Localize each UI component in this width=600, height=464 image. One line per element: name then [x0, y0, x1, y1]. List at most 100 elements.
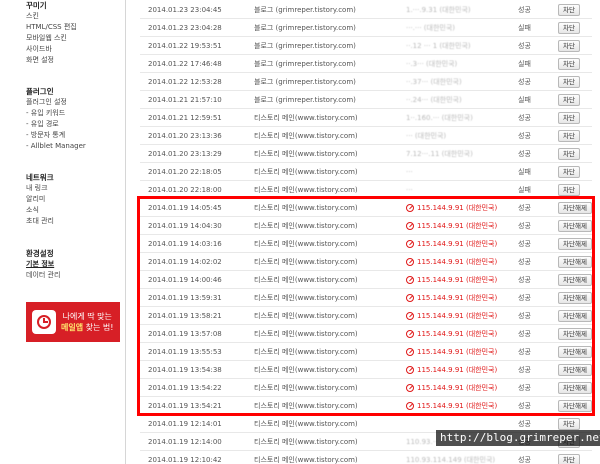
nav-section: 꾸미기 스킨 HTML/CSS 편집 모바일웹 스킨 사이드바 화면 설정	[26, 0, 77, 66]
nav-item[interactable]: 알리미	[26, 194, 54, 205]
nav-item[interactable]: - 유입 경로	[26, 119, 86, 130]
log-row: 2014.01.19 14:03:16 티스토리 메인(www.tistory.c…	[140, 235, 592, 253]
block-button[interactable]: 차단	[558, 148, 580, 160]
log-row: 2014.01.23 23:04:28 블로그 (grimreper.tistor…	[140, 19, 592, 37]
block-button[interactable]: 차단	[558, 112, 580, 124]
nav-section-heading[interactable]: 플러그인	[26, 86, 86, 97]
nav-section-heading[interactable]: 네트워크	[26, 172, 54, 183]
log-result: 성공	[518, 456, 531, 464]
log-referrer: 티스토리 메인(www.tistory.com)	[254, 204, 358, 212]
log-row: 2014.01.19 13:55:53 티스토리 메인(www.tistory.c…	[140, 343, 592, 361]
log-date: 2014.01.19 12:14:00	[148, 438, 222, 446]
log-row: 2014.01.19 13:54:21 티스토리 메인(www.tistory.c…	[140, 397, 592, 415]
log-row: 2014.01.19 13:54:22 티스토리 메인(www.tistory.c…	[140, 379, 592, 397]
log-date: 2014.01.19 13:58:21	[148, 312, 222, 320]
block-button[interactable]: 차단	[558, 58, 580, 70]
unblock-button[interactable]: 차단해제	[558, 292, 592, 304]
mail-app-ad-banner[interactable]: 나에게 딱 맞는 메일앱 찾는 법!	[26, 302, 120, 342]
nav-item[interactable]: 사이드바	[26, 44, 77, 55]
nav-item[interactable]: 기본 정보	[26, 259, 60, 270]
block-button[interactable]: 차단	[558, 418, 580, 430]
alarm-clock-icon	[32, 310, 56, 334]
block-button[interactable]: 차단	[558, 40, 580, 52]
blocked-icon	[406, 222, 414, 230]
log-row: 2014.01.21 12:59:51 티스토리 메인(www.tistory.c…	[140, 109, 592, 127]
nav-section: 네트워크 내 링크 알리미 소식 초대 관리	[26, 172, 54, 227]
log-ip-text: 115.144.9.91 (대한민국)	[417, 366, 498, 374]
nav-section-heading[interactable]: 꾸미기	[26, 0, 77, 11]
log-ip-text: ··· (대한민국)	[406, 132, 447, 140]
log-ip: 7.12···.11 (대한민국)	[406, 145, 473, 163]
nav-item[interactable]: 스킨	[26, 11, 77, 22]
log-referrer: 티스토리 메인(www.tistory.com)	[254, 240, 358, 248]
unblock-button[interactable]: 차단해제	[558, 274, 592, 286]
log-ip: ··· (대한민국)	[406, 127, 446, 145]
log-ip-text: 115.144.9.91 (대한민국)	[417, 384, 498, 392]
log-result: 성공	[518, 402, 531, 410]
log-result: 성공	[518, 204, 531, 212]
log-ip: 115.144.9.91 (대한민국)	[406, 325, 497, 343]
log-result: 실패	[518, 96, 531, 104]
unblock-button[interactable]: 차단해제	[558, 238, 592, 250]
nav-item[interactable]: 데이터 관리	[26, 270, 60, 281]
unblock-button[interactable]: 차단해제	[558, 220, 592, 232]
nav-item[interactable]: - 방문자 통계	[26, 130, 86, 141]
log-date: 2014.01.19 12:10:42	[148, 456, 222, 464]
log-referrer: 티스토리 메인(www.tistory.com)	[254, 186, 358, 194]
log-result: 성공	[518, 78, 531, 86]
nav-item[interactable]: 화면 설정	[26, 55, 77, 66]
block-button[interactable]: 차단	[558, 130, 580, 142]
nav-section-heading[interactable]: 환경설정	[26, 248, 60, 259]
nav-item[interactable]: 초대 관리	[26, 216, 54, 227]
nav-item[interactable]: 소식	[26, 205, 54, 216]
log-result: 성공	[518, 384, 531, 392]
log-result: 성공	[518, 240, 531, 248]
block-button[interactable]: 차단	[558, 184, 580, 196]
blocked-icon	[406, 204, 414, 212]
nav-item[interactable]: 내 링크	[26, 183, 54, 194]
log-date: 2014.01.19 14:05:45	[148, 204, 222, 212]
unblock-button[interactable]: 차단해제	[558, 256, 592, 268]
nav-item[interactable]: 플러그인 설정	[26, 97, 86, 108]
log-ip: 1··.160.··· (대한민국)	[406, 109, 473, 127]
block-button[interactable]: 차단	[558, 4, 580, 16]
unblock-button[interactable]: 차단해제	[558, 346, 592, 358]
unblock-button[interactable]: 차단해제	[558, 328, 592, 340]
block-button[interactable]: 차단	[558, 22, 580, 34]
log-referrer: 블로그 (grimreper.tistory.com)	[254, 6, 356, 14]
block-button[interactable]: 차단	[558, 94, 580, 106]
nav-item[interactable]: - Allblet Manager	[26, 141, 86, 152]
unblock-button[interactable]: 차단해제	[558, 382, 592, 394]
log-ip: 115.144.9.91 (대한민국)	[406, 307, 497, 325]
unblock-button[interactable]: 차단해제	[558, 310, 592, 322]
log-date: 2014.01.20 22:18:00	[148, 186, 222, 194]
log-result: 성공	[518, 114, 531, 122]
blocked-icon	[406, 312, 414, 320]
nav-item[interactable]: HTML/CSS 편집	[26, 22, 77, 33]
log-ip-text: 115.144.9.91 (대한민국)	[417, 330, 498, 338]
unblock-button[interactable]: 차단해제	[558, 364, 592, 376]
unblock-button[interactable]: 차단해제	[558, 202, 592, 214]
log-ip-text: 115.144.9.91 (대한민국)	[417, 402, 498, 410]
log-result: 실패	[518, 24, 531, 32]
nav-item[interactable]: - 유입 키워드	[26, 108, 86, 119]
log-referrer: 티스토리 메인(www.tistory.com)	[254, 420, 358, 428]
block-button[interactable]: 차단	[558, 454, 580, 464]
log-result: 성공	[518, 294, 531, 302]
block-button[interactable]: 차단	[558, 166, 580, 178]
block-button[interactable]: 차단	[558, 76, 580, 88]
unblock-button[interactable]: 차단해제	[558, 400, 592, 412]
log-referrer: 티스토리 메인(www.tistory.com)	[254, 222, 358, 230]
nav-item[interactable]: 모바일웹 스킨	[26, 33, 77, 44]
log-ip-text: 115.144.9.91 (대한민국)	[417, 312, 498, 320]
log-ip-text: ··.3··· (대한민국)	[406, 60, 458, 68]
blocked-icon	[406, 276, 414, 284]
sidebar: 꾸미기 스킨 HTML/CSS 편집 모바일웹 스킨 사이드바 화면 설정플러그인 플러그인…	[0, 0, 126, 464]
log-referrer: 티스토리 메인(www.tistory.com)	[254, 294, 358, 302]
log-date: 2014.01.19 13:59:31	[148, 294, 222, 302]
blocked-icon	[406, 366, 414, 374]
log-ip: ···.··· (대한민국)	[406, 19, 455, 37]
log-referrer: 티스토리 메인(www.tistory.com)	[254, 258, 358, 266]
log-row: 2014.01.19 12:10:42 티스토리 메인(www.tistory.c…	[140, 451, 592, 464]
log-ip: 115.144.9.91 (대한민국)	[406, 289, 497, 307]
